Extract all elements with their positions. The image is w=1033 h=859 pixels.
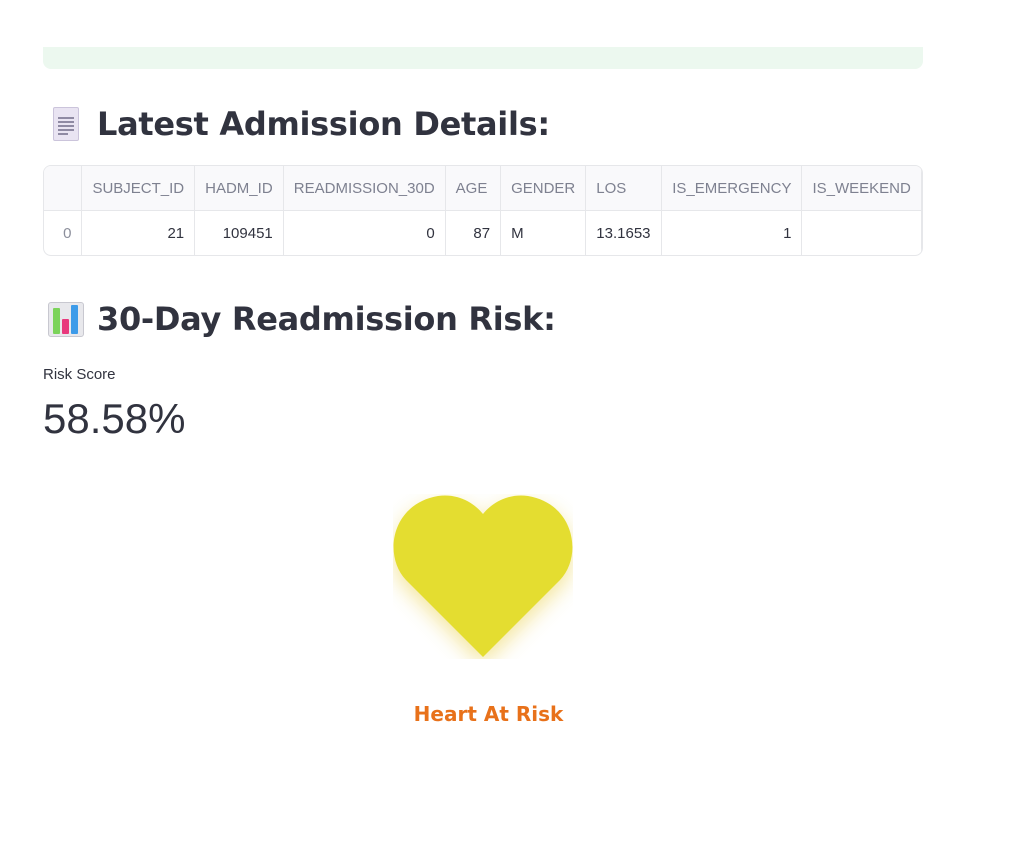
cell-gender[interactable]: M — [500, 210, 587, 255]
column-header-subject-id[interactable]: SUBJECT_ID — [81, 166, 196, 211]
metric-value: 58.58% — [43, 395, 186, 442]
column-header-is-emergency[interactable]: IS_EMERGENCY — [661, 166, 803, 211]
table-row: 0 21 109451 0 87 M 13.1653 1 — [44, 210, 922, 255]
bar-chart-icon — [43, 299, 84, 339]
page: Latest Admission Details: SUBJECT_ID HAD… — [0, 0, 1033, 859]
cell-is-emergency[interactable]: 1 — [661, 210, 803, 255]
cell-hadm-id[interactable]: 109451 — [194, 210, 284, 255]
cell-los[interactable]: 13.1653 — [585, 210, 663, 255]
cell-index[interactable]: 0 — [44, 210, 83, 255]
column-header-gender[interactable]: GENDER — [500, 166, 587, 211]
table-header-row: SUBJECT_ID HADM_ID READMISSION_30D AGE G… — [44, 166, 922, 211]
column-header-hadm-id[interactable]: HADM_ID — [194, 166, 284, 211]
success-banner — [43, 47, 923, 69]
admission-table[interactable]: SUBJECT_ID HADM_ID READMISSION_30D AGE G… — [43, 165, 923, 256]
risk-header: 30-Day Readmission Risk: — [43, 299, 556, 339]
cell-is-weekend[interactable] — [801, 210, 922, 255]
column-header-age[interactable]: AGE — [445, 166, 502, 211]
metric-label: Risk Score — [43, 366, 116, 383]
cell-subject-id[interactable]: 21 — [81, 210, 196, 255]
cell-readmission-30d[interactable]: 0 — [283, 210, 446, 255]
heart-status-label: Heart At Risk — [413, 702, 564, 726]
details-title: Latest Admission Details: — [97, 105, 550, 143]
page-facing-up-icon — [43, 104, 83, 144]
column-header-readmission-30d[interactable]: READMISSION_30D — [283, 166, 446, 211]
details-header: Latest Admission Details: — [43, 104, 550, 144]
heart-icon — [393, 495, 573, 657]
cell-age[interactable]: 87 — [445, 210, 502, 255]
column-header-los[interactable]: LOS — [585, 166, 663, 211]
risk-title: 30-Day Readmission Risk: — [97, 300, 556, 338]
column-header-is-weekend[interactable]: IS_WEEKEND — [801, 166, 922, 211]
column-header-index[interactable] — [44, 166, 83, 211]
